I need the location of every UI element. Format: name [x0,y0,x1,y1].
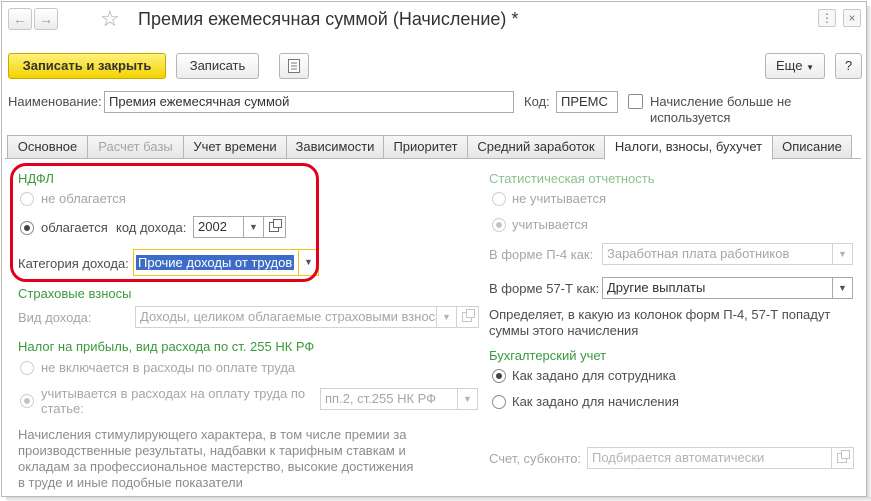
window-shadow-right [867,6,871,500]
statistics-counted-radio[interactable] [492,218,506,232]
statistics-not-counted-label: не учитывается [512,191,606,206]
accounting-section-title: Бухгалтерский учет [489,348,607,363]
window-menu-button[interactable]: ⋮ [818,9,836,27]
statistics-hint-line1: Определяет, в какую из колонок форм П-4,… [489,307,831,322]
name-input[interactable]: Премия ежемесячная суммой [104,91,514,113]
insurance-income-type-label: Вид дохода: [18,310,92,325]
report-button[interactable] [279,53,309,79]
arrow-left-icon: ← [13,11,27,27]
profit-tax-included-radio[interactable] [20,394,34,408]
p4-form-dropdown[interactable]: ▼ [833,243,853,265]
accounting-per-employee-label: Как задано для сотрудника [512,368,676,383]
tab-base-calc[interactable]: Расчет базы [87,135,184,159]
insurance-income-type-open-button[interactable] [457,306,479,328]
chevron-down-icon: ▼ [806,63,814,72]
profit-tax-not-included-radio[interactable] [20,361,34,375]
window-shadow-bottom [6,497,871,501]
accounting-per-employee-radio[interactable] [492,369,506,383]
code-input[interactable]: ПРЕМС [556,91,618,113]
statistics-hint: Определяет, в какую из колонок форм П-4,… [489,307,830,339]
profit-tax-included-line2: статье: [41,401,84,416]
tab-average-earnings[interactable]: Средний заработок [467,135,605,159]
account-subconto-open-button[interactable] [832,447,854,469]
accounting-per-accrual-radio[interactable] [492,395,506,409]
statistics-not-counted-radio[interactable] [492,192,506,206]
save-button[interactable]: Записать [176,53,259,79]
arrow-right-icon: → [39,11,53,27]
profit-tax-not-included-label: не включается в расходы по оплате труда [41,360,296,375]
chevron-down-icon: ▼ [442,312,451,322]
code-label: Код: [524,94,550,109]
account-subconto-label: Счет, субконто: [489,451,582,466]
star-icon[interactable]: ☆ [100,6,120,32]
close-button[interactable]: × [843,9,861,27]
p4-form-label: В форме П-4 как: [489,247,594,262]
document-list-icon [288,59,300,73]
insurance-income-type-input[interactable]: Доходы, целиком облагаемые страховыми вз… [135,306,437,328]
chevron-down-icon: ▼ [838,283,847,293]
insurance-section-title: Страховые взносы [18,286,132,301]
profit-tax-section-title: Налог на прибыль, вид расхода по ст. 255… [18,339,315,354]
not-used-label-line2: используется [650,110,731,125]
account-subconto-input[interactable]: Подбирается автоматически [587,447,832,469]
profit-tax-article-input[interactable]: пп.2, ст.255 НК РФ [320,388,458,410]
not-used-label: Начисление больше не используется [650,94,791,126]
statistics-hint-line2: суммы этого начисления [489,323,639,338]
statistics-counted-label: учитывается [512,217,588,232]
name-label: Наименование: [8,94,102,109]
profit-tax-description-line: в труде и иные подобные показатели [18,475,243,490]
tab-main[interactable]: Основное [7,135,88,159]
not-used-label-line1: Начисление больше не [650,94,792,109]
open-form-icon [462,309,475,322]
f57-form-dropdown[interactable]: ▼ [833,277,853,299]
page-title: Премия ежемесячная суммой (Начисление) * [138,9,519,29]
save-and-close-button[interactable]: Записать и закрыть [8,53,166,79]
profit-tax-article-dropdown[interactable]: ▼ [458,388,478,410]
tab-taxes[interactable]: Налоги, взносы, бухучет [604,135,773,160]
more-button[interactable]: Еще ▼ [765,53,825,79]
chevron-down-icon: ▼ [463,394,472,404]
statistics-section-title: Статистическая отчетность [489,171,655,186]
f57-form-input[interactable]: Другие выплаты [602,277,833,299]
tab-dependencies[interactable]: Зависимости [286,135,384,159]
profit-tax-included-line1: учитывается в расходах на оплату труда п… [41,386,306,401]
more-vertical-icon: ⋮ [821,11,833,25]
not-used-checkbox[interactable] [628,94,643,109]
tab-priority[interactable]: Приоритет [383,135,468,159]
profit-tax-description-line: окладам за профессиональное мастерство, … [18,459,414,474]
profit-tax-description-line: Начисления стимулирующего характера, в т… [18,427,407,442]
help-button[interactable]: ? [835,53,862,79]
profit-tax-description: Начисления стимулирующего характера, в т… [18,427,413,491]
more-label: Еще [776,58,803,73]
close-icon: × [848,11,856,25]
p4-form-input[interactable]: Заработная плата работников [602,243,833,265]
annotation-frame [10,163,319,282]
back-button[interactable]: ← [8,8,32,30]
forward-button[interactable]: → [34,8,58,30]
insurance-income-type-dropdown[interactable]: ▼ [437,306,457,328]
chevron-down-icon: ▼ [838,249,847,259]
f57-form-label: В форме 57-Т как: [489,281,600,296]
open-form-icon [837,450,850,463]
profit-tax-included-label: учитывается в расходах на оплату труда п… [41,386,305,416]
profit-tax-description-line: производственные результаты, надбавки к … [18,443,406,458]
accounting-per-accrual-label: Как задано для начисления [512,394,679,409]
tab-description[interactable]: Описание [772,135,852,159]
tab-time-accounting[interactable]: Учет времени [183,135,287,159]
